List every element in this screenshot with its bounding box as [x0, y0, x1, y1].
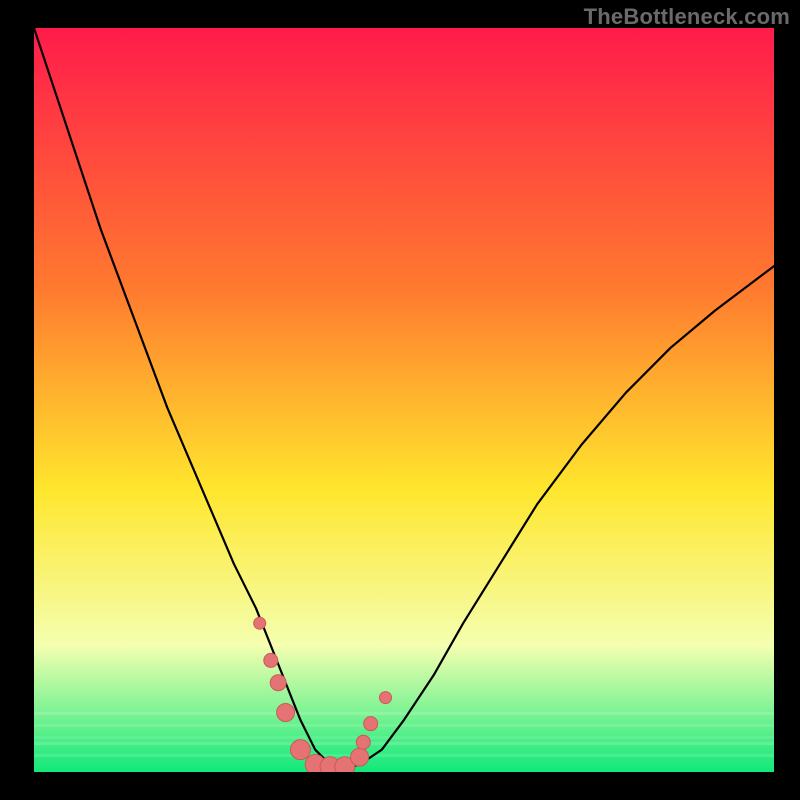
highlight-dot [356, 735, 370, 749]
band-strip [34, 730, 774, 733]
highlight-dot [277, 703, 295, 721]
highlight-dot [264, 653, 278, 667]
highlight-dot [380, 692, 392, 704]
band-strip [34, 724, 774, 727]
highlight-dot [290, 740, 310, 760]
highlight-dot [254, 617, 266, 629]
band-strip [34, 742, 774, 745]
gradient-bg [34, 28, 774, 772]
highlight-dot [351, 748, 369, 766]
plot-svg [34, 28, 774, 772]
band-strip [34, 754, 774, 757]
plot-area [34, 28, 774, 772]
chart-frame: TheBottleneck.com [0, 0, 800, 800]
watermark-text: TheBottleneck.com [584, 4, 790, 30]
band-strip [34, 748, 774, 751]
highlight-dot [270, 675, 286, 691]
highlight-dot [364, 717, 378, 731]
band-strip [34, 736, 774, 739]
band-strip [34, 712, 774, 715]
